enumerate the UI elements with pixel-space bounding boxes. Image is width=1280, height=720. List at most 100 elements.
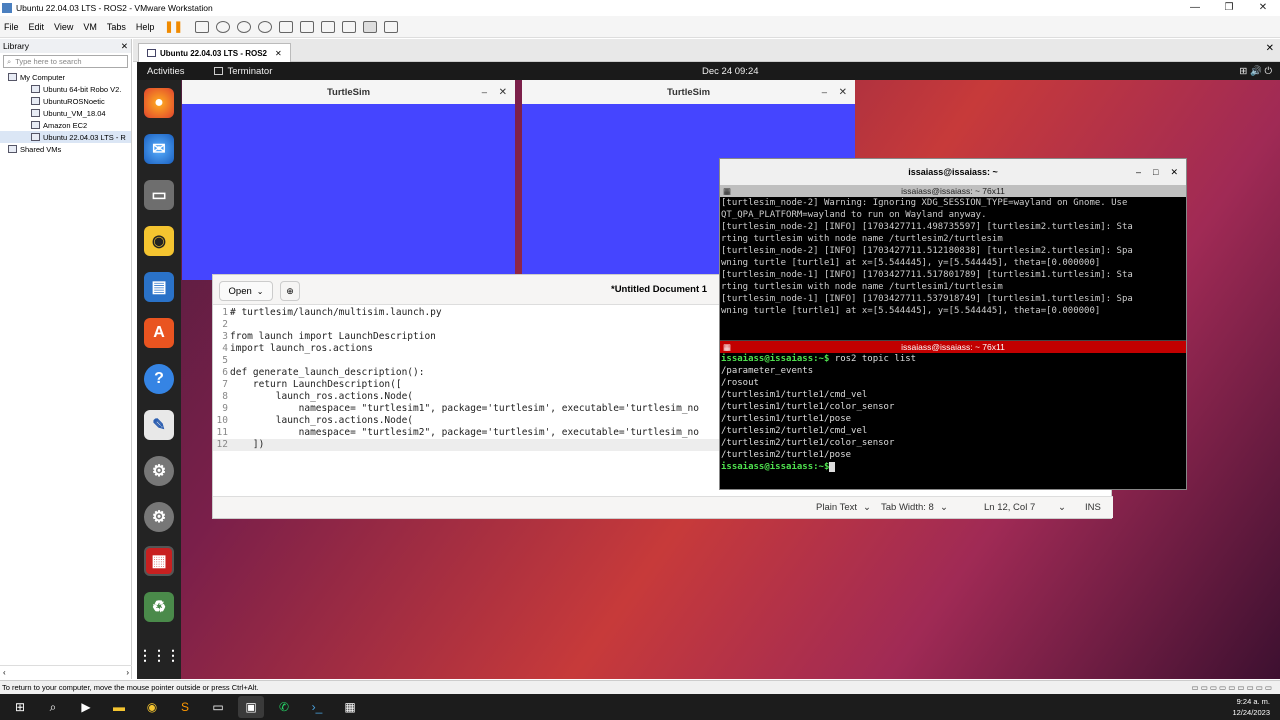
code-text: return LaunchDescription([ (230, 379, 402, 390)
library-search-input[interactable]: ⌕ Type here to search (3, 55, 128, 68)
vmware-icon[interactable]: ▣ (238, 696, 264, 718)
close-icon[interactable]: ✕ (1170, 167, 1178, 178)
device-icons[interactable]: ▭ ▭ ▭ ▭ ▭ ▭ ▭ ▭ ▭ (1192, 683, 1272, 692)
close-tab-icon[interactable]: ✕ (275, 49, 282, 58)
library-tree-item[interactable]: Amazon EC2 (0, 119, 131, 131)
terminal-line: [turtlesim_node-2] [INFO] [1703427711.49… (721, 222, 1133, 232)
chevron-down-icon: ⌄ (256, 286, 264, 296)
code-line: 2 (213, 319, 753, 331)
library-scrollbar[interactable]: ‹ › (0, 665, 132, 679)
activities-button[interactable]: Activities (147, 66, 184, 77)
full-screen-icon[interactable] (320, 20, 335, 33)
library-tree-item[interactable]: Shared VMs (0, 143, 131, 155)
menu-edit[interactable]: Edit (29, 22, 45, 32)
media-app-icon[interactable]: ▶ (73, 696, 99, 718)
code-line: 6 def generate_launch_description(): (213, 367, 753, 379)
files-icon[interactable]: ▭ (144, 180, 174, 210)
minimize-icon[interactable]: – (822, 87, 827, 98)
sublime-icon[interactable]: S (172, 696, 198, 718)
close-button[interactable]: ✕ (1246, 0, 1280, 15)
maximize-icon[interactable]: □ (1153, 167, 1158, 178)
code-area[interactable]: 1 # turtlesim/launch/multisim.launch.py 2 3… (213, 307, 753, 451)
top-terminal-pane[interactable]: [turtlesim_node-2] Warning: Ignoring XDG… (720, 197, 1186, 341)
snapshot-icon[interactable] (215, 20, 230, 33)
revert-snapshot-icon[interactable] (236, 20, 251, 33)
menu-view[interactable]: View (54, 22, 73, 32)
thunderbird-icon[interactable]: ✉ (144, 134, 174, 164)
menu-file[interactable]: File (4, 22, 19, 32)
library-tree-label: Shared VMs (20, 144, 62, 154)
close-all-tabs-icon[interactable]: ✕ (1266, 43, 1274, 54)
close-icon[interactable]: ✕ (499, 87, 507, 98)
terminator-icon[interactable]: ▦ (144, 546, 174, 576)
software-center-icon[interactable]: A (144, 318, 174, 348)
clock[interactable]: Dec 24 09:24 (702, 66, 759, 77)
terminal-line: /turtlesim2/turtle1/cmd_vel (721, 426, 868, 436)
minimize-icon[interactable]: – (482, 87, 487, 98)
menu-tabs[interactable]: Tabs (107, 22, 126, 32)
stretch-guest-icon[interactable] (383, 20, 398, 33)
restore-button[interactable]: ❐ (1212, 0, 1246, 15)
file-explorer-icon[interactable]: ▬ (106, 696, 132, 718)
menu-help[interactable]: Help (136, 22, 155, 32)
close-library-icon[interactable]: ✕ (121, 41, 128, 52)
new-tab-button[interactable]: ⊕ (280, 281, 300, 301)
turtlesim-window-1[interactable]: TurtleSim – ✕ (182, 80, 515, 280)
search-icon[interactable]: ⌕ (40, 696, 66, 718)
thumbnail-bar-icon[interactable] (299, 20, 314, 33)
app-icon[interactable]: ▦ (337, 696, 363, 718)
send-ctrl-alt-del-icon[interactable] (194, 20, 209, 33)
tab-width-selector[interactable]: Tab Width: 8 (881, 502, 934, 513)
libreoffice-writer-icon[interactable]: ▤ (144, 272, 174, 302)
bottom-terminal-pane[interactable]: issaiass@issaiass:~$ ros2 topic list /pa… (720, 353, 1186, 473)
show-library-icon[interactable] (278, 20, 293, 33)
app-menu[interactable]: Terminator (227, 66, 272, 77)
chrome-icon[interactable]: ◉ (139, 696, 165, 718)
line-number: 12 (216, 439, 228, 450)
snapshot-manager-icon[interactable] (257, 20, 272, 33)
firefox-icon[interactable]: ● (144, 88, 174, 118)
vm-icon (31, 97, 40, 105)
help-icon[interactable]: ? (144, 364, 174, 394)
terminal-line: /rosout (721, 378, 759, 388)
vmware-title-bar: Ubuntu 22.04.03 LTS - ROS2 - VMware Work… (0, 0, 1280, 15)
menu-vm[interactable]: VM (83, 22, 97, 32)
powershell-icon[interactable]: ›_ (304, 696, 330, 718)
library-tree-item[interactable]: Ubuntu 22.04.03 LTS - R (0, 131, 131, 143)
text-editor-icon[interactable]: ✎ (144, 410, 174, 440)
search-placeholder: Type here to search (15, 57, 82, 66)
minimize-icon[interactable]: – (1136, 167, 1141, 178)
library-tree-item[interactable]: Ubuntu 64-bit Robo V2. (0, 83, 131, 95)
bottom-pane-titlebar[interactable]: ▦ issaiass@issaiass: ~ 76x11 (720, 341, 1186, 353)
settings-icon[interactable]: ⚙ (144, 456, 174, 486)
library-tree-label: Ubuntu_VM_18.04 (43, 108, 106, 118)
whatsapp-icon[interactable]: ✆ (271, 696, 297, 718)
top-pane-titlebar[interactable]: ▦ issaiass@issaiass: ~ 76x11 (720, 185, 1186, 197)
open-button[interactable]: Open ⌄ (219, 281, 273, 301)
system-status-icons[interactable]: ⊞ 🔊 ⏻ (1239, 66, 1272, 77)
settings-alt-icon[interactable]: ⚙ (144, 502, 174, 532)
library-tree-item[interactable]: My Computer (0, 71, 131, 83)
rhythmbox-icon[interactable]: ◉ (144, 226, 174, 256)
vm-tab[interactable]: Ubuntu 22.04.03 LTS - ROS2 ✕ (138, 43, 291, 62)
pause-icon[interactable]: ❚❚ (164, 20, 182, 33)
close-icon[interactable]: ✕ (839, 87, 847, 98)
terminal-line: [turtlesim_node-2] [INFO] [1703427711.51… (721, 246, 1133, 256)
cursor-position[interactable]: Ln 12, Col 7 (984, 502, 1035, 513)
line-number: 4 (222, 343, 228, 354)
console-view-icon[interactable] (362, 20, 377, 33)
terminal-icon[interactable]: ▭ (205, 696, 231, 718)
code-text: # turtlesim/launch/multisim.launch.py (230, 307, 442, 318)
unity-icon[interactable] (341, 20, 356, 33)
library-tree-item[interactable]: Ubuntu_VM_18.04 (0, 107, 131, 119)
show-apps-icon[interactable]: ⋮⋮⋮ (138, 640, 180, 670)
language-chevron-icon: ⌄ (863, 502, 871, 513)
line-number: 2 (222, 319, 228, 330)
system-clock[interactable]: 9:24 a. m. 12/24/2023 (1232, 696, 1270, 718)
trash-icon[interactable]: ♻ (144, 592, 174, 622)
vm-tab-strip: Ubuntu 22.04.03 LTS - ROS2 ✕ ✕ (133, 39, 1280, 62)
language-selector[interactable]: Plain Text (816, 502, 857, 513)
library-tree-item[interactable]: UbuntuROSNoetic (0, 95, 131, 107)
minimize-button[interactable]: — (1178, 0, 1212, 15)
windows-start-icon[interactable]: ⊞ (7, 696, 33, 718)
